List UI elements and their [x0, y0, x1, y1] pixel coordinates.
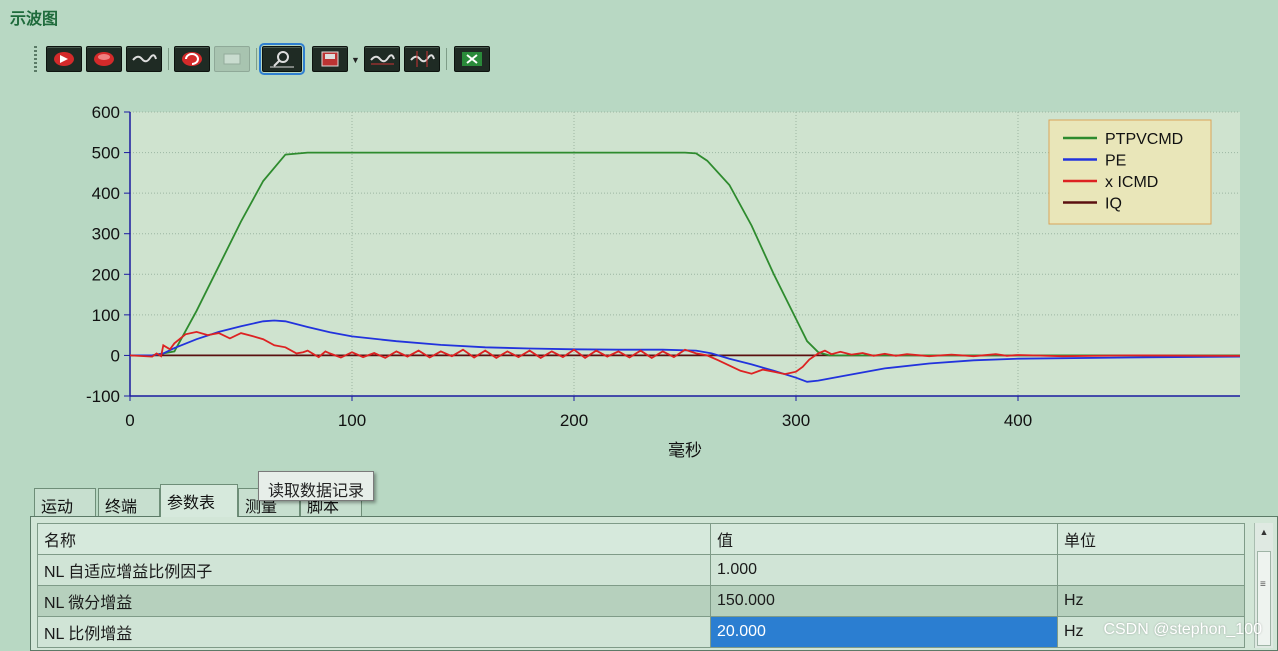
y-tick-label: 600	[92, 103, 120, 122]
param-name-cell[interactable]: NL 自适应增益比例因子	[37, 554, 711, 586]
record-play-icon[interactable]	[46, 46, 82, 72]
table-header-row: 名称 值 单位	[37, 523, 1245, 555]
y-tick-label: 0	[111, 346, 120, 365]
refresh-icon[interactable]	[174, 46, 210, 72]
x-tick-label: 0	[125, 411, 134, 430]
x-tick-label: 100	[338, 411, 366, 430]
y-tick-label: 500	[92, 144, 120, 163]
legend-entry: x ICMD	[1105, 174, 1158, 191]
scroll-grip-icon: ≡	[1260, 579, 1266, 590]
toolbar-separator	[446, 48, 447, 70]
legend-entry: PTPVCMD	[1105, 131, 1183, 148]
y-tick-label: 100	[92, 306, 120, 325]
x-axis-label: 毫秒	[668, 441, 702, 460]
param-unit-cell[interactable]	[1057, 554, 1245, 586]
tab-parameters[interactable]: 参数表	[160, 484, 238, 517]
oscilloscope-chart[interactable]: 600 500 400 300 200 100 0 -100 0 100 200 300 400 毫秒 PT…	[60, 98, 1260, 473]
column-header-unit[interactable]: 单位	[1057, 523, 1245, 555]
x-tick-label: 400	[1004, 411, 1032, 430]
scroll-up-arrow-icon[interactable]: ▲	[1255, 523, 1273, 541]
tooltip: 读取数据记录	[258, 471, 375, 501]
window-title: 示波图	[10, 11, 59, 28]
cursor-waveform-icon[interactable]	[404, 46, 440, 72]
column-header-value[interactable]: 值	[710, 523, 1058, 555]
param-name-cell[interactable]: NL 比例增益	[37, 616, 711, 648]
excel-export-icon[interactable]	[454, 46, 490, 72]
toolbar-separator	[256, 48, 257, 70]
param-value-cell[interactable]: 150.000	[710, 585, 1058, 617]
param-unit-cell[interactable]: Hz	[1057, 585, 1245, 617]
table-row[interactable]: NL 微分增益 150.000 Hz	[37, 585, 1245, 617]
zoom-icon[interactable]	[259, 43, 305, 75]
param-value-cell[interactable]: 1.000	[710, 554, 1058, 586]
x-tick-label: 300	[782, 411, 810, 430]
param-value-cell-selected[interactable]: 20.000	[710, 616, 1058, 648]
legend-entry: IQ	[1105, 196, 1122, 213]
y-tick-label: 400	[92, 184, 120, 203]
y-tick-label: -100	[86, 387, 120, 406]
parameter-table: 名称 值 单位 NL 自适应增益比例因子 1.000 NL 微分增益 150.0…	[30, 516, 1278, 651]
record-stop-icon[interactable]	[86, 46, 122, 72]
toolbar: ▼	[30, 42, 590, 76]
toolbar-grip[interactable]	[34, 46, 37, 72]
y-tick-label: 300	[92, 225, 120, 244]
legend-entry: PE	[1105, 153, 1126, 170]
save-icon[interactable]	[312, 46, 348, 72]
tab-motion[interactable]: 运动	[34, 488, 96, 516]
waveform-2-icon[interactable]	[364, 46, 400, 72]
waveform-icon[interactable]	[126, 46, 162, 72]
table-row[interactable]: NL 比例增益 20.000 Hz	[37, 616, 1245, 648]
x-tick-label: 200	[560, 411, 588, 430]
tab-terminal[interactable]: 终端	[98, 488, 160, 516]
table-row[interactable]: NL 自适应增益比例因子 1.000	[37, 554, 1245, 586]
watermark: CSDN @stephon_100	[1103, 621, 1262, 638]
column-header-name[interactable]: 名称	[37, 523, 711, 555]
toolbar-separator	[168, 48, 169, 70]
blank-icon[interactable]	[214, 46, 250, 72]
chart-svg[interactable]: 600 500 400 300 200 100 0 -100 0 100 200 300 400 毫秒 PT…	[60, 98, 1260, 473]
param-name-cell[interactable]: NL 微分增益	[37, 585, 711, 617]
save-dropdown-icon[interactable]: ▼	[351, 55, 360, 65]
y-tick-label: 200	[92, 265, 120, 284]
